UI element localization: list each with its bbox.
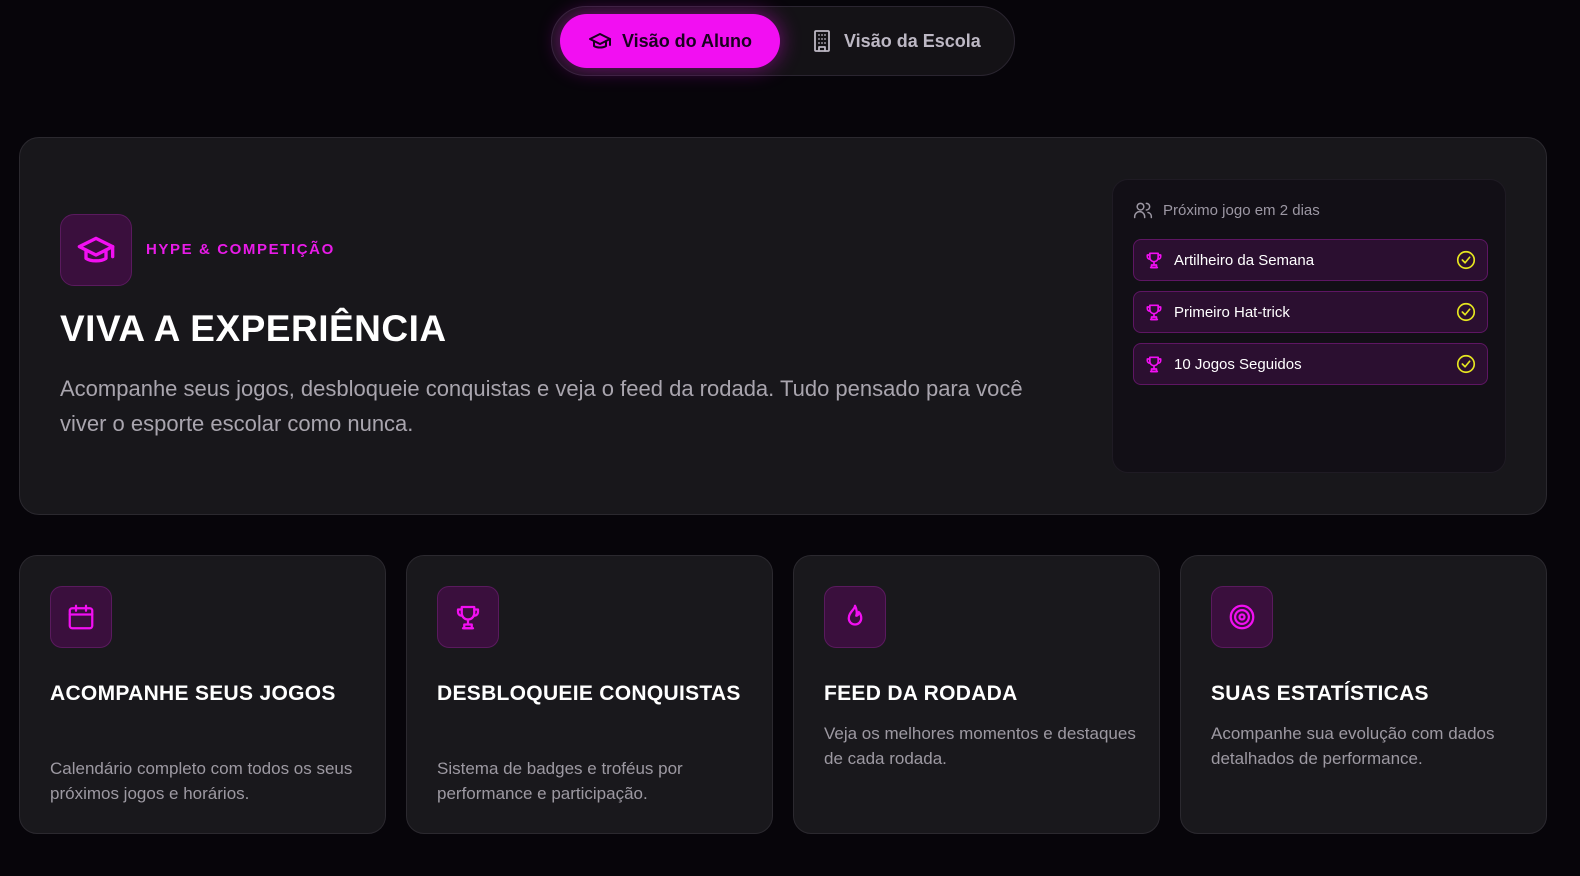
next-game-text: Próximo jogo em 2 dias: [1163, 201, 1320, 219]
flame-icon: [847, 604, 863, 626]
panel-header: Próximo jogo em 2 dias: [1133, 200, 1320, 220]
view-toggle: Visão do Aluno Visão da Escola: [551, 6, 1015, 76]
card-icon-box: [437, 586, 499, 648]
feature-card-achievements: DESBLOQUEIE CONQUISTAS Sistema de badges…: [406, 555, 773, 834]
student-view-button[interactable]: Visão do Aluno: [560, 14, 780, 68]
graduation-cap-icon: [77, 236, 115, 263]
card-description: Acompanhe sua evolução com dados detalha…: [1211, 724, 1495, 768]
feature-card-games: ACOMPANHE SEUS JOGOS Calendário completo…: [19, 555, 386, 834]
card-icon-box: [824, 586, 886, 648]
hero-description: Acompanhe seus jogos, desbloqueie conqui…: [60, 376, 1023, 436]
card-title: SUAS ESTATÍSTICAS: [1211, 682, 1429, 705]
check-circle-icon: [1456, 250, 1476, 270]
hero-title: VIVA A EXPERIÊNCIA: [60, 308, 447, 349]
card-description: Calendário completo com todos os seus pr…: [50, 759, 353, 803]
achievements-panel: Próximo jogo em 2 dias Artilheiro da Sem…: [1112, 179, 1506, 473]
card-icon-box: [50, 586, 112, 648]
hero-eyebrow: HYPE & COMPETIÇÃO: [146, 241, 335, 258]
check-circle-icon: [1456, 302, 1476, 322]
achievement-item[interactable]: Primeiro Hat-trick: [1133, 291, 1488, 333]
card-description: Sistema de badges e troféus por performa…: [437, 759, 683, 803]
trophy-icon: [1146, 304, 1162, 321]
check-circle-icon: [1456, 354, 1476, 374]
page: Visão do Aluno Visão da Escola HYPE & CO…: [0, 0, 1580, 876]
graduation-cap-icon: [588, 33, 611, 49]
hero-icon-box: [60, 214, 132, 286]
card-title: DESBLOQUEIE CONQUISTAS: [437, 682, 741, 705]
users-icon: [1133, 202, 1153, 219]
student-view-label: Visão do Aluno: [621, 30, 752, 51]
trophy-icon: [1146, 356, 1162, 373]
card-title: ACOMPANHE SEUS JOGOS: [50, 682, 336, 705]
school-view-button[interactable]: Visão da Escola: [810, 14, 981, 68]
feature-card-feed: FEED DA RODADA Veja os melhores momentos…: [793, 555, 1160, 834]
target-icon: [1229, 604, 1255, 630]
building-icon: [814, 30, 830, 52]
achievement-label: Primeiro Hat-trick: [1174, 303, 1290, 321]
achievement-label: Artilheiro da Semana: [1174, 251, 1315, 269]
school-view-label: Visão da Escola: [844, 30, 981, 51]
hero-card: HYPE & COMPETIÇÃO VIVA A EXPERIÊNCIA Aco…: [19, 137, 1547, 515]
card-title: FEED DA RODADA: [824, 682, 1018, 705]
card-description: Veja os melhores momentos e destaques de…: [824, 724, 1136, 768]
card-icon-box: [1211, 586, 1273, 648]
calendar-icon: [68, 604, 94, 630]
trophy-icon: [1146, 252, 1162, 269]
trophy-icon: [456, 605, 480, 630]
achievement-item[interactable]: Artilheiro da Semana: [1133, 239, 1488, 281]
feature-card-stats: SUAS ESTATÍSTICAS Acompanhe sua evolução…: [1180, 555, 1547, 834]
achievement-item[interactable]: 10 Jogos Seguidos: [1133, 343, 1488, 385]
achievement-label: 10 Jogos Seguidos: [1174, 355, 1302, 373]
